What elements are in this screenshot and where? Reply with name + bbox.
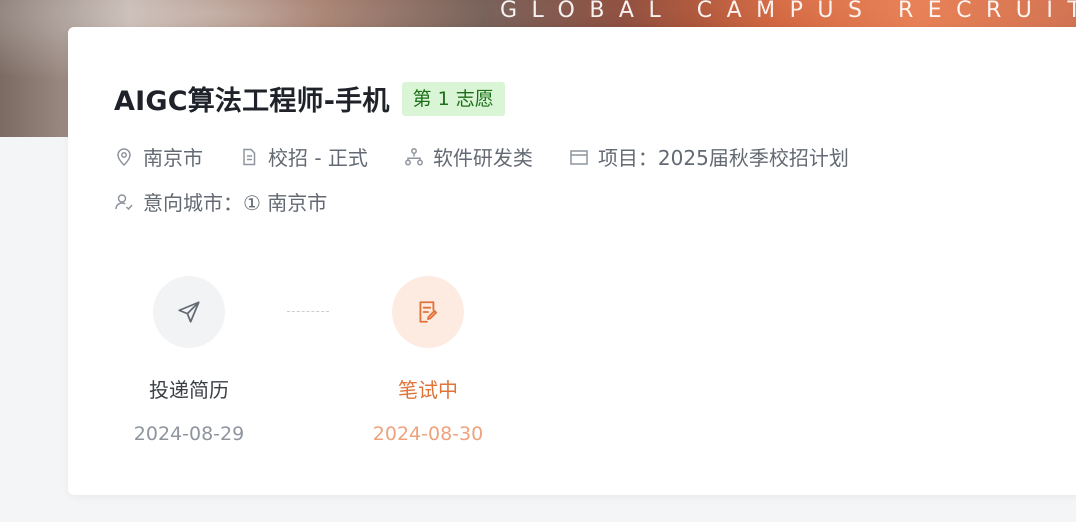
preference-badge: 第 1 志愿 — [401, 81, 505, 116]
exam-icon — [419, 301, 438, 323]
meta-intended-city: 意向城市：① 南京市 — [114, 187, 327, 216]
document-icon — [243, 148, 256, 165]
meta-project: 项目：2025届秋季校招计划 — [569, 142, 849, 171]
user-check-icon — [115, 193, 133, 210]
job-title-row: AIGC算法工程师-手机 第 1 志愿 — [114, 79, 505, 118]
step-label: 笔试中 — [398, 378, 458, 402]
banner-slogan: GLOBAL CAMPUS RECRUITMENT — [500, 0, 1076, 23]
org-structure-icon — [404, 147, 423, 165]
step-written-test: 笔试中 2024-08-30 — [363, 276, 493, 445]
project-text: 项目：2025届秋季校招计划 — [597, 146, 849, 170]
location-pin-icon — [117, 147, 131, 166]
step-connector — [287, 311, 329, 312]
step-icon-circle — [153, 276, 225, 348]
step-label: 投递简历 — [149, 378, 229, 402]
job-title: AIGC算法工程师-手机 — [114, 86, 390, 117]
intended-city-row: 意向城市：① 南京市 — [114, 187, 363, 216]
step-submit-resume: 投递简历 2024-08-29 — [124, 276, 254, 445]
meta-category: 软件研发类 — [404, 142, 533, 171]
meta-recruit-type: 校招 - 正式 — [239, 142, 368, 171]
calendar-icon — [570, 149, 588, 165]
category-text: 软件研发类 — [432, 146, 533, 170]
step-date: 2024-08-29 — [133, 423, 245, 445]
send-icon — [178, 301, 200, 323]
step-icon-circle — [392, 276, 464, 348]
meta-location: 南京市 — [114, 142, 203, 171]
recruit-type-text: 校招 - 正式 — [268, 146, 368, 170]
intended-city-text: 意向城市：① 南京市 — [143, 191, 328, 215]
step-date: 2024-08-30 — [372, 423, 484, 445]
job-meta-row: 南京市 校招 - 正式 软件研发类 项目：2025届秋季校招计划 — [114, 142, 885, 171]
location-text: 南京市 — [143, 146, 203, 170]
job-card: AIGC算法工程师-手机 第 1 志愿 南京市 校招 - 正式 软件研发类 项目… — [68, 27, 1076, 495]
